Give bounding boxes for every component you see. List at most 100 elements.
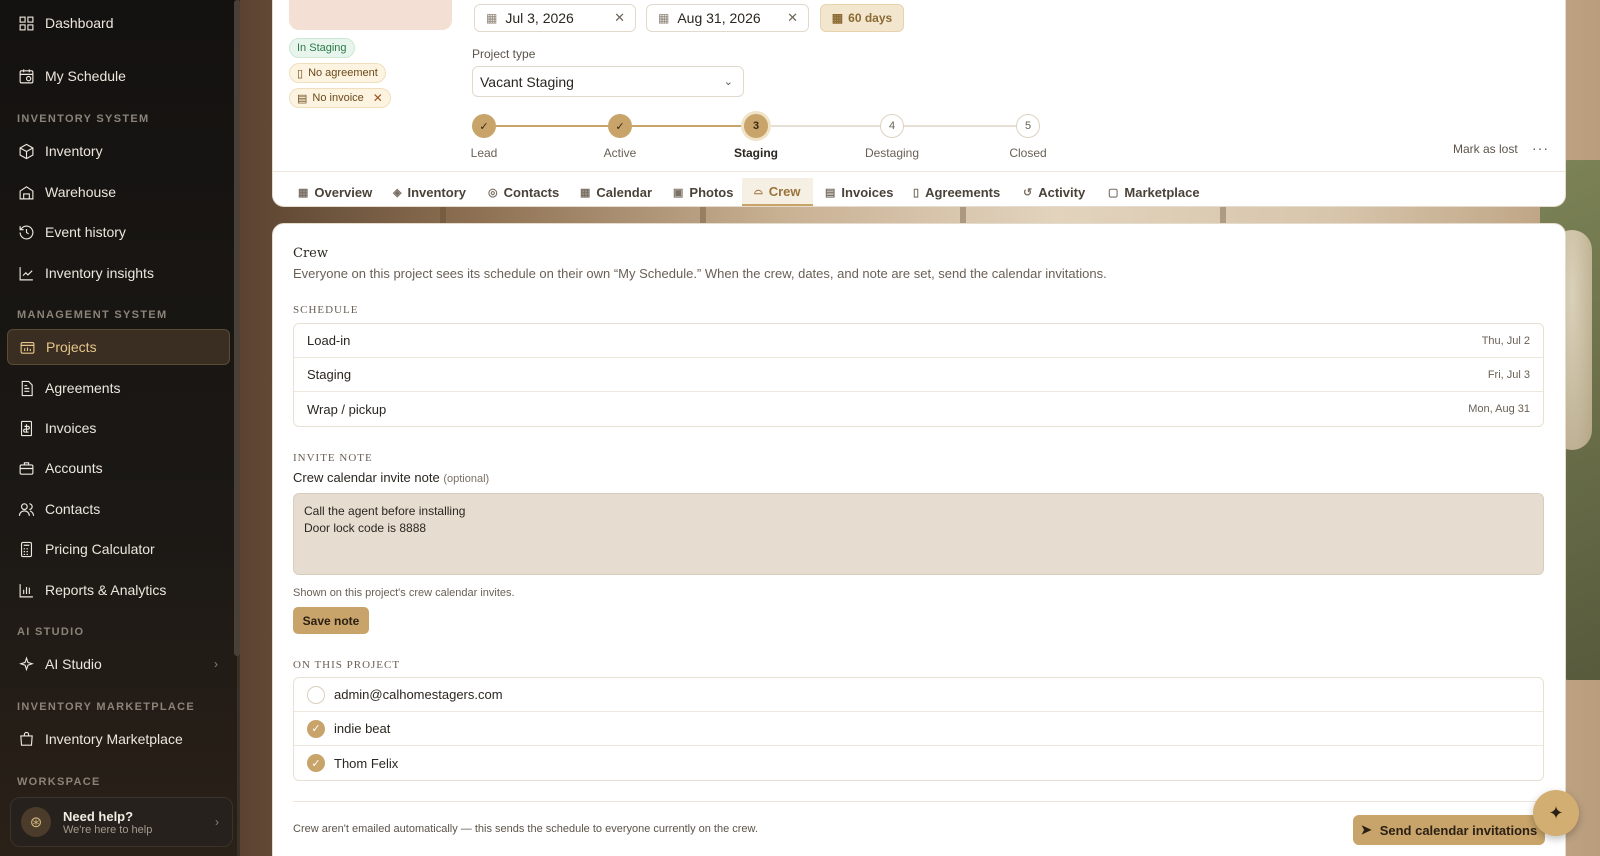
sidebar-item-warehouse[interactable]: Warehouse [7, 174, 230, 210]
calendar-clock-icon [18, 68, 35, 85]
warehouse-icon [18, 184, 35, 201]
close-icon[interactable]: ✕ [373, 91, 383, 105]
step-connector [496, 125, 608, 127]
tab-invoices[interactable]: ▤ Invoices [813, 178, 905, 206]
sidebar-item-dashboard[interactable]: Dashboard [7, 5, 230, 41]
save-note-button[interactable]: Save note [293, 607, 369, 634]
checkbox-checked[interactable]: ✓ [307, 719, 325, 738]
list-item[interactable]: ✓ Thom Felix [294, 746, 1543, 780]
sidebar-item-projects[interactable]: Projects [7, 329, 230, 365]
sidebar-item-accounts[interactable]: Accounts [7, 450, 230, 486]
sidebar-item-ai-studio[interactable]: AI Studio › [7, 646, 230, 682]
box-icon: ◈ [393, 186, 402, 199]
no-invoice-badge[interactable]: ▤ No invoice ✕ [289, 88, 391, 108]
schedule-label: Load-in [307, 333, 351, 348]
section-label-inventory-system: INVENTORY SYSTEM [17, 113, 150, 125]
photos-icon: ▣ [673, 186, 684, 199]
document-icon [18, 380, 35, 397]
sidebar-item-label: Inventory insights [45, 265, 154, 281]
tab-inventory[interactable]: ◈ Inventory [381, 178, 478, 206]
help-card[interactable]: ⊛ Need help? We're here to help › [10, 797, 233, 847]
tabs-divider [273, 171, 1565, 172]
step-connector [904, 125, 1016, 127]
more-options-icon[interactable]: ··· [1532, 140, 1549, 156]
checkbox[interactable] [307, 685, 325, 704]
helmet-icon: ⌓ [754, 184, 763, 197]
sidebar-item-inventory-marketplace[interactable]: Inventory Marketplace [7, 721, 230, 757]
tab-label: Contacts [503, 184, 560, 200]
clear-start-date-icon[interactable]: ✕ [614, 10, 625, 26]
step-connector [768, 125, 880, 127]
schedule-label: Wrap / pickup [307, 401, 387, 417]
step-label-staging: Staging [734, 146, 778, 160]
sidebar-scrollbar[interactable] [234, 0, 240, 656]
sidebar-item-my-schedule[interactable]: My Schedule [7, 58, 230, 94]
tab-marketplace[interactable]: ▢ Marketplace [1096, 178, 1212, 206]
grid-icon: ▦ [298, 186, 309, 199]
sidebar-item-pricing-calculator[interactable]: Pricing Calculator [7, 531, 230, 567]
schedule-row: Wrap / pickup Mon, Aug 31 [294, 392, 1543, 426]
sidebar-item-label: Dashboard [45, 15, 114, 31]
calendar-icon: ▦ [580, 186, 591, 199]
sidebar-item-reports-analytics[interactable]: Reports & Analytics [7, 572, 230, 608]
sidebar-item-agreements[interactable]: Agreements [7, 370, 230, 406]
list-item[interactable]: ✓ indie beat [294, 712, 1543, 746]
section-label-workspace: WORKSPACE [17, 776, 101, 788]
chevron-right-icon: › [214, 657, 218, 671]
no-agreement-label: No agreement [308, 67, 378, 79]
no-invoice-label: No invoice [312, 92, 364, 104]
tab-contacts[interactable]: ◎ Contacts [476, 178, 571, 206]
member-name: admin@calhomestagers.com [334, 687, 503, 702]
sidebar-item-label: Inventory [45, 143, 103, 159]
step-dot-lead[interactable]: ✓ [472, 114, 496, 138]
sidebar-item-inventory[interactable]: Inventory [7, 133, 230, 169]
sidebar-item-label: Accounts [45, 460, 103, 476]
tab-activity[interactable]: ↺ Activity [1011, 178, 1097, 206]
step-dot-staging[interactable]: 3 [744, 114, 768, 138]
step-dot-closed[interactable]: 5 [1016, 114, 1040, 138]
mark-as-lost-button[interactable]: Mark as lost [1453, 142, 1518, 156]
tab-photos[interactable]: ▣ Photos [661, 178, 745, 206]
tab-overview[interactable]: ▦ Overview [286, 178, 384, 206]
project-type-select[interactable]: Vacant Staging ⌄ [472, 66, 744, 97]
sidebar-item-contacts[interactable]: Contacts [7, 491, 230, 527]
tab-label: Crew [768, 183, 801, 199]
sidebar-item-invoices[interactable]: Invoices [7, 410, 230, 446]
end-date-picker[interactable]: ▦ Aug 31, 2026 ✕ [646, 4, 809, 32]
ai-assistant-sparkle-icon[interactable]: ✦ [1533, 790, 1579, 836]
sidebar-item-label: Projects [46, 339, 97, 355]
sidebar-item-inventory-insights[interactable]: Inventory insights [7, 255, 230, 291]
history-icon [18, 224, 35, 241]
tab-calendar[interactable]: ▦ Calendar [568, 178, 664, 206]
invite-note-label: Crew calendar invite note (optional) [293, 470, 489, 485]
member-name: indie beat [334, 721, 391, 736]
store-icon [18, 731, 35, 748]
send-calendar-invitations-button[interactable]: ➤ Send calendar invitations [1353, 815, 1545, 845]
list-item[interactable]: admin@calhomestagers.com [294, 678, 1543, 712]
invoice-icon [18, 420, 35, 437]
tab-crew[interactable]: ⌓ Crew [742, 178, 813, 206]
lifebuoy-icon: ⊛ [21, 807, 51, 837]
send-label: Send calendar invitations [1379, 822, 1538, 838]
start-date-value: Jul 3, 2026 [505, 10, 574, 26]
tab-label: Photos [689, 184, 734, 200]
start-date-picker[interactable]: ▦ Jul 3, 2026 ✕ [474, 4, 636, 32]
tab-agreements[interactable]: ▯ Agreements [901, 178, 1012, 206]
schedule-date: Mon, Aug 31 [1468, 403, 1530, 415]
box-icon [18, 143, 35, 160]
step-dot-destaging[interactable]: 4 [880, 114, 904, 138]
invite-note-textarea[interactable]: Call the agent before installing Door lo… [293, 493, 1544, 575]
step-label-closed: Closed [1009, 146, 1047, 160]
invoice-icon: ▤ [825, 186, 836, 199]
clear-end-date-icon[interactable]: ✕ [787, 10, 798, 26]
checkbox-checked[interactable]: ✓ [307, 754, 325, 772]
calculator-icon [18, 541, 35, 558]
tab-label: Inventory [407, 184, 466, 200]
sidebar-item-label: Pricing Calculator [45, 541, 155, 557]
sidebar-item-event-history[interactable]: Event history [7, 214, 230, 250]
duration-badge: ▦ 60 days [820, 4, 904, 32]
no-agreement-badge[interactable]: ▯ No agreement [289, 63, 386, 83]
member-name: Thom Felix [334, 755, 399, 771]
project-thumbnail[interactable] [289, 0, 452, 30]
step-dot-active[interactable]: ✓ [608, 114, 632, 138]
